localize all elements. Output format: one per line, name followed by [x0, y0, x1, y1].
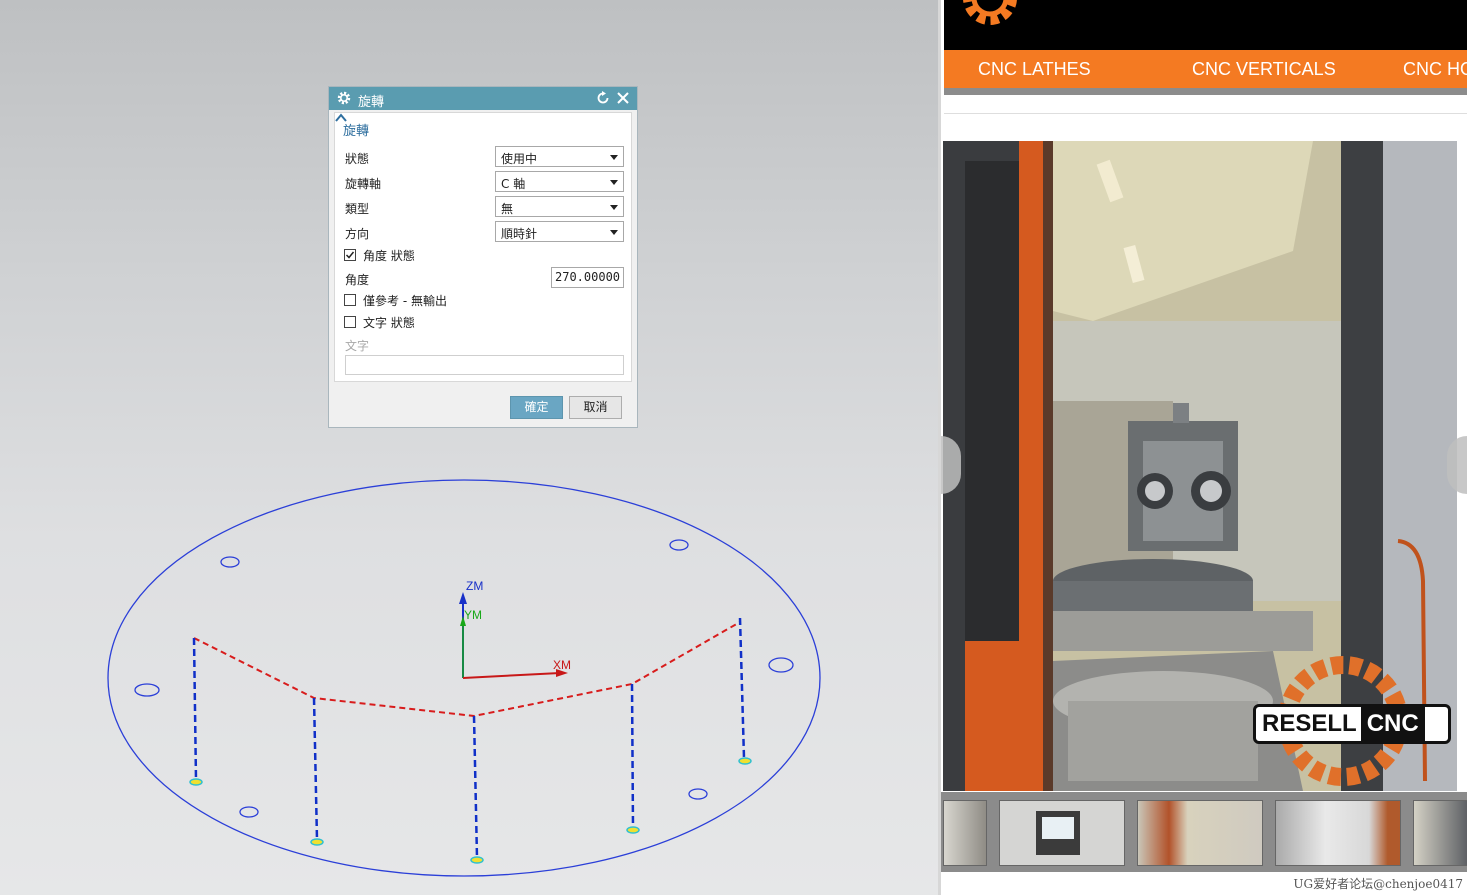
thumbnail[interactable] [1275, 800, 1401, 866]
site-header [944, 0, 1467, 50]
toolpath-plunge [472, 715, 479, 859]
hole [239, 806, 259, 818]
hole [134, 683, 160, 697]
hole [768, 657, 794, 673]
axis-label-y: YM [464, 608, 482, 622]
point-marker [738, 757, 752, 765]
rotate-group-panel: 旋轉 狀態 使用中 旋轉軸 C 軸 類型 無 方向 順時針 角度 狀態 角度 2… [334, 112, 632, 382]
nav-cnc-horizontals[interactable]: CNC HO [1403, 59, 1467, 80]
forum-watermark: UG爱好者论坛@chenjoe0417 [1293, 877, 1463, 891]
status-dropdown[interactable]: 使用中 [495, 146, 624, 167]
hole [688, 788, 708, 800]
status-value: 使用中 [501, 152, 538, 166]
direction-dropdown[interactable]: 順時針 [495, 221, 624, 242]
website-panel: CNC LATHES CNC VERTICALS CNC HO RESELL C… [938, 0, 1467, 895]
hole [669, 539, 689, 551]
text-state-checkbox[interactable] [344, 316, 356, 328]
angle-label: 角度 [345, 273, 370, 287]
thumbnail[interactable] [1413, 800, 1467, 866]
cad-viewport[interactable]: ZM YM XM 旋轉 旋轉 狀態 使用中 旋轉軸 C 軸 類型 無 方向 順時… [0, 0, 938, 895]
gear-icon [337, 91, 351, 105]
dropdown-arrow-icon [610, 180, 618, 185]
text-label: 文字 [345, 339, 370, 353]
cancel-button[interactable]: 取消 [569, 396, 622, 419]
point-marker [189, 778, 203, 786]
rotary-axis-label: 旋轉軸 [345, 177, 382, 191]
carousel-next-button[interactable] [1447, 436, 1467, 494]
rotary-axis-dropdown[interactable]: C 軸 [495, 171, 624, 192]
rotary-axis-value: C 軸 [501, 177, 526, 191]
text-state-label: 文字 狀態 [363, 316, 415, 330]
rotate-dialog: 旋轉 旋轉 狀態 使用中 旋轉軸 C 軸 類型 無 方向 順時針 角度 狀態 角… [328, 86, 638, 428]
text-input[interactable] [345, 355, 624, 375]
angle-state-label: 角度 狀態 [363, 249, 415, 263]
nav-cnc-lathes[interactable]: CNC LATHES [978, 59, 1091, 80]
toolpath-plunge [630, 683, 635, 829]
toolpath-plunge [738, 617, 746, 759]
brand-text-right: CNC [1360, 707, 1425, 741]
toolpath-plunge [312, 697, 319, 841]
logo-gear-icon[interactable] [950, 0, 1030, 28]
reset-icon[interactable] [595, 90, 611, 106]
thumbnail[interactable] [999, 800, 1125, 866]
point-marker [310, 838, 324, 846]
dialog-titlebar[interactable]: 旋轉 [329, 87, 637, 110]
content-divider [944, 113, 1467, 114]
type-value: 無 [501, 202, 514, 216]
angle-state-checkbox[interactable] [344, 249, 356, 261]
type-label: 類型 [345, 202, 370, 216]
nav-divider [944, 88, 1467, 95]
dropdown-arrow-icon [610, 230, 618, 235]
dropdown-arrow-icon [610, 205, 618, 210]
chevron-up-icon[interactable] [335, 113, 347, 123]
dialog-title: 旋轉 [358, 95, 385, 110]
reference-only-label: 僅參考 - 無輸出 [363, 294, 447, 308]
thumbnail-strip [941, 792, 1467, 872]
product-photo[interactable]: RESELL CNC [943, 141, 1457, 791]
nav-cnc-verticals[interactable]: CNC VERTICALS [1192, 59, 1336, 80]
brand-badge: RESELL CNC [1253, 704, 1451, 744]
toolpath-cut [193, 621, 741, 718]
toolpath-plunge [192, 637, 198, 781]
hole [220, 556, 240, 568]
close-icon[interactable] [615, 90, 631, 106]
point-marker [626, 826, 640, 834]
point-marker [470, 856, 484, 864]
type-dropdown[interactable]: 無 [495, 196, 624, 217]
thumbnail[interactable] [943, 800, 987, 866]
brand-text-left: RESELL [1262, 710, 1357, 737]
main-nav: CNC LATHES CNC VERTICALS CNC HO [944, 50, 1467, 88]
axis-x [462, 672, 561, 679]
angle-input[interactable]: 270.00000 [551, 267, 624, 288]
machine-image [943, 141, 1457, 791]
direction-value: 順時針 [501, 227, 538, 241]
ok-button[interactable]: 確定 [510, 396, 563, 419]
axis-label-x: XM [553, 658, 571, 672]
reference-only-checkbox[interactable] [344, 294, 356, 306]
axis-label-z: ZM [466, 579, 484, 593]
dropdown-arrow-icon [610, 155, 618, 160]
status-label: 狀態 [345, 152, 370, 166]
thumbnail[interactable] [1137, 800, 1263, 866]
axis-z-head [459, 592, 467, 604]
checkmark-icon [345, 251, 355, 259]
direction-label: 方向 [345, 227, 370, 241]
